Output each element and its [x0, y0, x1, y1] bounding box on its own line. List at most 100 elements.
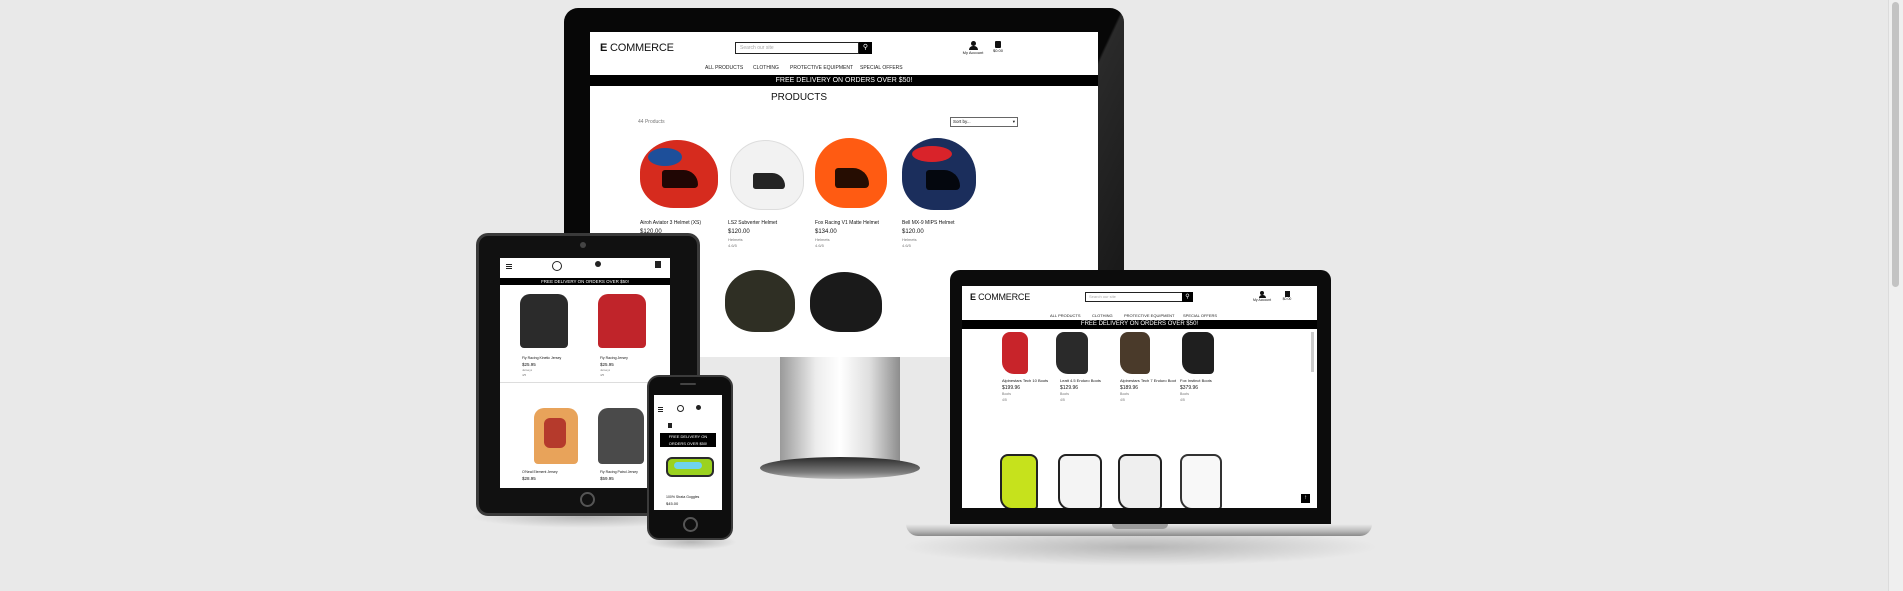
product-category[interactable]: Boots	[1002, 392, 1011, 396]
product-category[interactable]: Boots	[1180, 392, 1189, 396]
shopping-bag-icon[interactable]	[668, 423, 672, 428]
bag-link[interactable]: $0.00	[990, 41, 1006, 53]
tablet-home-button	[580, 492, 595, 507]
product-image[interactable]	[1000, 454, 1038, 508]
product-rating: 4/5	[1002, 398, 1007, 402]
user-icon[interactable]	[595, 261, 601, 267]
product-name[interactable]: 100% Strata Goggles	[666, 495, 716, 499]
product-category[interactable]: Helmets	[815, 237, 830, 242]
product-name[interactable]: Fox Racing V1 Matte Helmet	[815, 220, 895, 226]
product-image[interactable]	[1002, 332, 1028, 374]
product-category[interactable]: Boots	[1060, 392, 1069, 396]
product-name[interactable]: Alpinestars Tech 7 Enduro Boots	[1120, 378, 1176, 383]
sort-select[interactable]: Sort by... ▾	[950, 117, 1018, 127]
product-price: $120.00	[728, 229, 750, 235]
product-image[interactable]	[902, 138, 976, 210]
nav-special-offers[interactable]: SPECIAL OFFERS	[860, 65, 903, 71]
product-rating: 4/5	[1180, 398, 1185, 402]
product-name[interactable]: Alpinestars Tech 10 Boots	[1002, 378, 1058, 383]
product-name[interactable]: Bell MX-9 MIPS Helmet	[902, 220, 982, 226]
product-category[interactable]: Jerseys	[600, 368, 610, 372]
product-image[interactable]	[1182, 332, 1214, 374]
product-image[interactable]	[1058, 454, 1102, 508]
menu-icon[interactable]	[506, 264, 512, 265]
account-link[interactable]: My Account	[1250, 291, 1274, 302]
delivery-banner: FREE DELIVERY ON ORDERS OVER $50!	[962, 320, 1317, 329]
product-price: $59.95	[600, 476, 614, 481]
product-image[interactable]	[730, 140, 804, 210]
product-category[interactable]: Helmets	[728, 237, 743, 242]
product-name[interactable]: Leatt 4.5 Enduro Boots	[1060, 378, 1116, 383]
monitor-stand	[780, 350, 900, 462]
product-image[interactable]	[640, 140, 718, 208]
bag-total: $0.00	[1282, 297, 1292, 301]
search-input[interactable]: Search our site	[1085, 292, 1183, 302]
search-button[interactable]: ⚲	[859, 42, 872, 54]
product-name[interactable]: LS2 Subverter Helmet	[728, 220, 808, 226]
back-to-top-button[interactable]: ↑	[1301, 494, 1310, 503]
bag-total: $0.00	[992, 48, 1003, 53]
product-image[interactable]	[598, 408, 644, 464]
tablet-camera	[580, 242, 586, 248]
product-name[interactable]: Fly Racing Jersey	[600, 356, 660, 360]
tablet-screen: FREE DELIVERY ON ORDERS OVER $50! Fly Ra…	[500, 258, 670, 488]
product-name[interactable]: Fly Racing Kinetic Jersey	[522, 356, 582, 360]
search-button[interactable]: ⚲	[1182, 292, 1193, 302]
product-image[interactable]	[666, 457, 714, 477]
user-icon[interactable]	[696, 405, 701, 410]
shopping-bag-icon[interactable]	[655, 261, 661, 268]
product-price: $379.96	[1180, 385, 1199, 391]
product-image[interactable]	[520, 294, 568, 348]
search-input[interactable]: Search our site	[735, 42, 859, 54]
search-icon[interactable]	[677, 405, 684, 412]
search-icon[interactable]	[552, 261, 562, 271]
nav-clothing[interactable]: CLOTHING	[1092, 313, 1113, 318]
product-category[interactable]: Jerseys	[522, 368, 532, 372]
menu-icon[interactable]	[658, 407, 663, 408]
bag-link[interactable]: $0.00	[1280, 291, 1294, 301]
product-image[interactable]	[1118, 454, 1162, 508]
product-image[interactable]	[1120, 332, 1150, 374]
page-scrollbar-thumb[interactable]	[1892, 2, 1899, 287]
product-name[interactable]: O'Neal Element Jersey	[522, 470, 582, 474]
nav-all-products[interactable]: ALL PRODUCTS	[705, 65, 743, 71]
product-image[interactable]	[1180, 454, 1222, 508]
delivery-banner: FREE DELIVERY ON ORDERS OVER $50!	[660, 433, 716, 447]
product-price: $189.96	[1120, 385, 1139, 391]
product-price: $129.96	[1060, 385, 1079, 391]
product-price: $199.96	[1002, 385, 1021, 391]
nav-clothing[interactable]: CLOTHING	[753, 65, 779, 71]
product-rating: 4/5	[1120, 398, 1125, 402]
product-category[interactable]: Boots	[1120, 392, 1129, 396]
nav-protective-equipment[interactable]: PROTECTIVE EQUIPMENT	[1124, 313, 1174, 318]
product-rating: 4/5	[600, 373, 605, 377]
account-link[interactable]: My Account	[960, 41, 986, 55]
phone-home-button	[683, 517, 698, 532]
page-title: PRODUCTS	[770, 92, 828, 103]
product-image[interactable]	[598, 294, 646, 348]
site-logo[interactable]: E COMMERCE	[600, 42, 674, 54]
nav-all-products[interactable]: ALL PRODUCTS	[1050, 313, 1081, 318]
product-image[interactable]	[534, 408, 578, 464]
product-rating: 4/5	[522, 373, 527, 377]
laptop-notch	[1112, 524, 1168, 529]
site-logo[interactable]: E COMMERCE	[970, 292, 1030, 302]
product-rating: 4.6/5	[815, 243, 824, 248]
product-name[interactable]: Fox Instinct Boots	[1180, 378, 1236, 383]
product-image[interactable]	[1056, 332, 1088, 374]
product-name[interactable]: Airoh Aviator 3 Helmet (XS)	[640, 220, 720, 226]
product-image[interactable]	[810, 272, 882, 332]
product-image[interactable]	[815, 138, 887, 208]
product-category[interactable]: Helmets	[902, 237, 917, 242]
delivery-banner: FREE DELIVERY ON ORDERS OVER $50!	[500, 278, 670, 285]
product-rating: 4.6/5	[728, 243, 737, 248]
divider	[500, 382, 670, 383]
nav-special-offers[interactable]: SPECIAL OFFERS	[1183, 313, 1217, 318]
account-label: My Account	[962, 50, 984, 55]
inner-scrollbar-thumb[interactable]	[1311, 332, 1314, 372]
product-price: $25.95	[522, 362, 536, 367]
nav-protective-equipment[interactable]: PROTECTIVE EQUIPMENT	[790, 65, 853, 71]
product-price: $25.95	[600, 362, 614, 367]
product-image[interactable]	[725, 270, 795, 332]
product-price: $45.00	[666, 501, 679, 506]
